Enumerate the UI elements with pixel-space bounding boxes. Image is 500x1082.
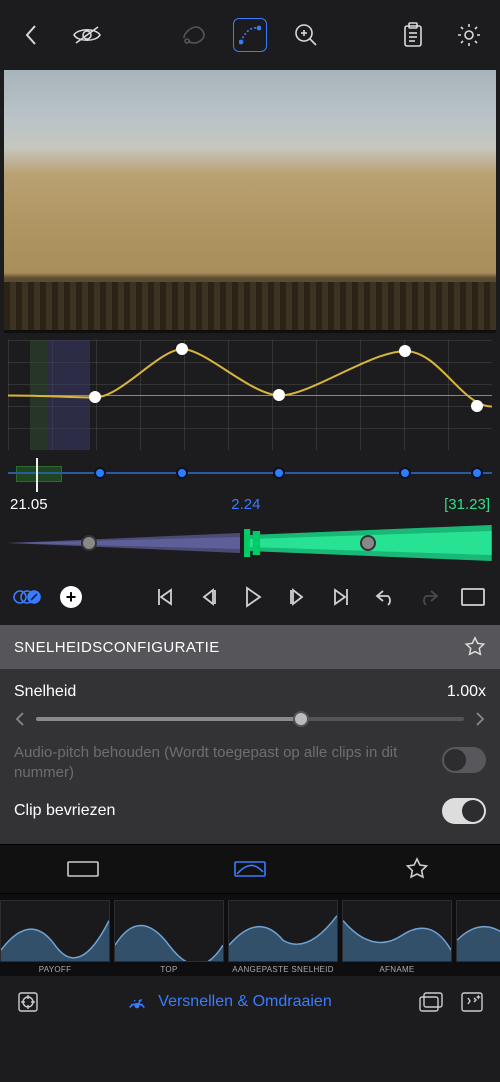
redo-icon[interactable]: [412, 580, 446, 614]
step-back-icon[interactable]: [192, 580, 226, 614]
timeline-keyframe[interactable]: [399, 467, 411, 479]
clipboard-icon[interactable]: [396, 18, 430, 52]
timeline-keyframe[interactable]: [273, 467, 285, 479]
ripple-toggle-icon[interactable]: [10, 580, 44, 614]
keyframe-dot[interactable]: [273, 389, 285, 401]
settings-icon[interactable]: [452, 18, 486, 52]
keyframe-dot[interactable]: [176, 343, 188, 355]
preview-label-bar: SNELHEID (NIET-LINE… NIET-LINEAIRE PRESE…: [4, 307, 496, 333]
fullscreen-icon[interactable]: [456, 580, 490, 614]
range-selector[interactable]: [8, 523, 492, 563]
timeline-keyframe[interactable]: [471, 467, 483, 479]
decrease-icon[interactable]: [14, 711, 26, 727]
preset-item[interactable]: AFNAME: [342, 900, 452, 974]
presets-dropdown-label[interactable]: NIET-LINEAIRE PRESETS: [273, 312, 460, 329]
range-handle[interactable]: [360, 535, 376, 551]
config-header: SNELHEIDSCONFIGURATIE: [0, 625, 500, 669]
chevron-down-icon[interactable]: [470, 315, 486, 325]
audio-pitch-toggle[interactable]: [442, 747, 486, 773]
playhead[interactable]: [36, 458, 38, 492]
config-title: SNELHEIDSCONFIGURATIE: [14, 639, 220, 656]
bottom-bar: Versnellen & Omdraaien ✦: [0, 976, 500, 1028]
tab-favorites-icon[interactable]: [397, 856, 437, 882]
time-duration: [31.23]: [444, 496, 490, 513]
keyframe-dot[interactable]: [89, 391, 101, 403]
speedometer-icon: [126, 991, 148, 1013]
keyframe-timeline[interactable]: [8, 458, 492, 492]
video-preview[interactable]: SNELHEID (NIET-LINE… NIET-LINEAIRE PRESE…: [4, 70, 496, 330]
mode-button[interactable]: Versnellen & Omdraaien: [126, 991, 331, 1013]
play-icon[interactable]: [236, 580, 270, 614]
tab-linear-icon[interactable]: [63, 856, 103, 882]
range-handle[interactable]: [81, 535, 97, 551]
effect-name-label: SNELHEID (NIET-LINE…: [14, 312, 191, 329]
transport-bar: +: [0, 569, 500, 625]
skip-end-icon[interactable]: [324, 580, 358, 614]
increase-icon[interactable]: [474, 711, 486, 727]
keyframe-dot[interactable]: [399, 345, 411, 357]
add-keyframe-button[interactable]: +: [54, 580, 88, 614]
time-start: 21.05: [10, 496, 48, 513]
undo-icon[interactable]: [368, 580, 402, 614]
speed-label: Snelheid: [14, 683, 76, 701]
preset-label: AFNAME: [379, 965, 414, 974]
visibility-icon[interactable]: [70, 18, 104, 52]
favorite-star-icon[interactable]: [464, 636, 486, 658]
audio-pitch-row: Audio-pitch behouden (Wordt toegepast op…: [14, 743, 486, 784]
preset-strip[interactable]: PAYOFF TOP AANGEPASTE SNELHEID AFNAME: [0, 894, 500, 976]
preset-label: AANGEPASTE SNELHEID: [232, 965, 334, 974]
preset-item[interactable]: AANGEPASTE SNELHEID: [228, 900, 338, 974]
freeze-clip-label: Clip bevriezen: [14, 802, 115, 820]
tool-lasso-icon[interactable]: [177, 18, 211, 52]
timeline-keyframe[interactable]: [176, 467, 188, 479]
tool-curve-icon[interactable]: [233, 18, 267, 52]
svg-text:✦: ✦: [475, 993, 482, 1002]
speed-slider[interactable]: [36, 717, 464, 721]
timeline-clip[interactable]: [16, 466, 62, 482]
time-readout: 21.05 2.24 [31.23]: [0, 496, 500, 513]
library-icon[interactable]: [418, 991, 444, 1013]
keyframe-dot[interactable]: [471, 400, 483, 412]
preset-tabs: [0, 844, 500, 894]
mode-label: Versnellen & Omdraaien: [158, 993, 331, 1011]
back-button[interactable]: [14, 18, 48, 52]
preset-item[interactable]: [456, 900, 500, 974]
top-toolbar: [0, 0, 500, 70]
speed-curve-editor[interactable]: [8, 340, 492, 450]
step-forward-icon[interactable]: [280, 580, 314, 614]
freeze-clip-toggle[interactable]: [442, 798, 486, 824]
slider-thumb[interactable]: [293, 711, 309, 727]
crop-target-icon[interactable]: [16, 990, 40, 1014]
preset-label: TOP: [160, 965, 177, 974]
zoom-in-icon[interactable]: [289, 18, 323, 52]
time-current: 2.24: [231, 496, 260, 513]
effects-icon[interactable]: ✦: [460, 991, 484, 1013]
preset-item[interactable]: TOP: [114, 900, 224, 974]
preset-label: PAYOFF: [39, 965, 72, 974]
tab-curve-icon[interactable]: [230, 856, 270, 882]
preset-item[interactable]: PAYOFF: [0, 900, 110, 974]
audio-pitch-label: Audio-pitch behouden (Wordt toegepast op…: [14, 744, 397, 781]
skip-start-icon[interactable]: [148, 580, 182, 614]
config-panel: Snelheid 1.00x Audio-pitch behouden (Wor…: [0, 669, 500, 844]
speed-value: 1.00x: [447, 683, 486, 701]
timeline-keyframe[interactable]: [94, 467, 106, 479]
